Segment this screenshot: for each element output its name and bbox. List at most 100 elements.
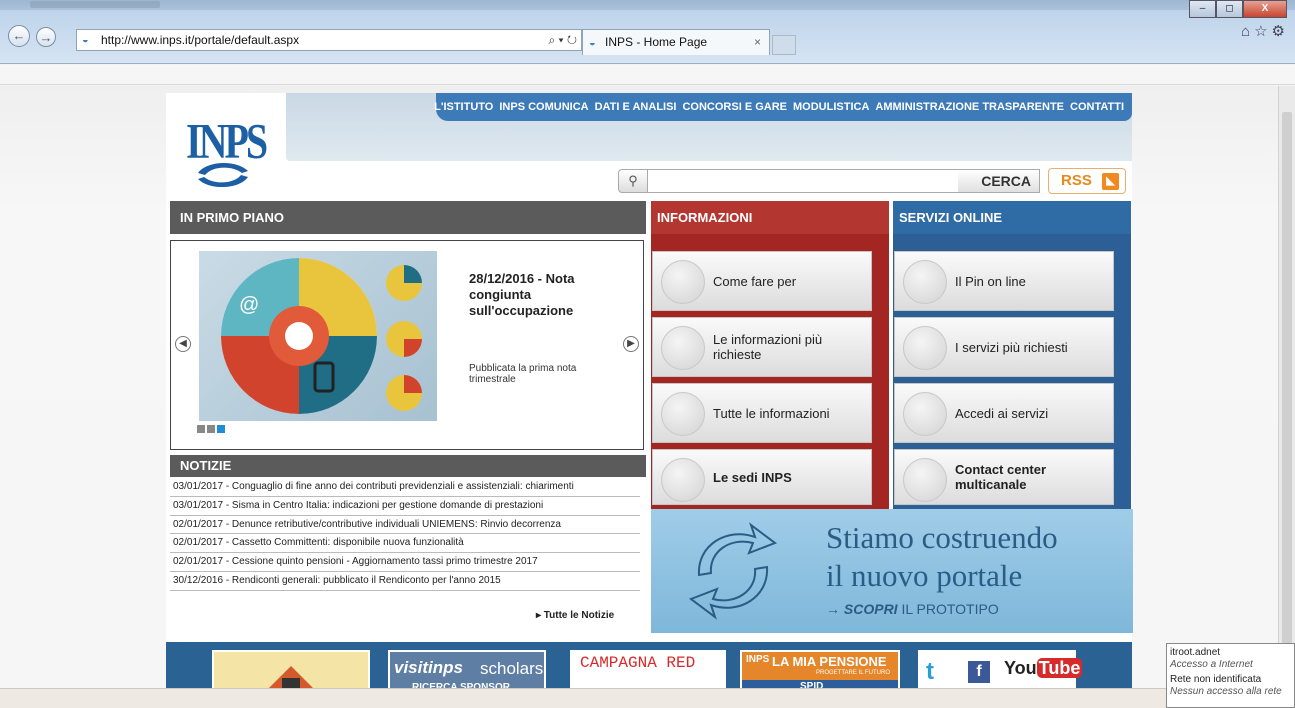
- news-item[interactable]: 02/01/2017 - Denunce retributive/contrib…: [170, 516, 640, 535]
- command-bar: [0, 65, 1295, 85]
- nav-istituto[interactable]: L'ISTITUTO: [434, 101, 493, 113]
- carousel-dots: [197, 425, 225, 433]
- nav-contatti[interactable]: CONTATTI: [1070, 101, 1124, 113]
- news-item[interactable]: 02/01/2017 - Cessione quinto pensioni - …: [170, 553, 640, 572]
- twitter-icon[interactable]: t: [926, 658, 956, 686]
- home-favorites-settings-icons[interactable]: ⌂☆⚙: [1241, 22, 1289, 40]
- tile-pin-online[interactable]: Il Pin on line: [894, 251, 1114, 311]
- news-list: 03/01/2017 - Conguaglio di fine anno dei…: [170, 478, 640, 591]
- nav-dati-analisi[interactable]: DATI E ANALISI: [595, 101, 677, 113]
- news-item[interactable]: 30/12/2016 - Rendiconti generali: pubbli…: [170, 572, 640, 591]
- banner-line1: Stiamo costruendo: [826, 520, 1058, 555]
- new-tab-button[interactable]: [772, 35, 796, 55]
- nav-modulistica[interactable]: MODULISTICA: [793, 101, 869, 113]
- scrollbar-thumb[interactable]: [1282, 112, 1292, 672]
- tile-circle-icon: [661, 458, 705, 502]
- news-item[interactable]: 03/01/2017 - Conguaglio di fine anno dei…: [170, 478, 640, 497]
- window-title-blur: [30, 1, 160, 8]
- banner-cta[interactable]: → SCOPRI IL PROTOTIPO: [826, 601, 999, 617]
- network-status-tooltip: itroot.adnet Accesso a Internet Rete non…: [1166, 643, 1295, 708]
- inps-logo-swirl-icon: [198, 162, 248, 188]
- nav-amministrazione-trasparente[interactable]: AMMINISTRAZIONE TRASPARENTE: [875, 101, 1064, 113]
- maximize-button[interactable]: ◻: [1216, 0, 1243, 18]
- network-name: itroot.adnet: [1170, 647, 1221, 658]
- tile-label: Contact center multicanale: [955, 462, 1047, 492]
- visitinps-scholars-banner[interactable]: visitinps scholars RICERCA SPONSOR: [388, 650, 546, 693]
- scholars-text: scholars: [480, 659, 544, 678]
- tile-informazioni-richieste[interactable]: Le informazioni più richieste: [652, 317, 872, 377]
- rss-label: RSS: [1061, 172, 1092, 189]
- vertical-scrollbar[interactable]: [1278, 86, 1295, 686]
- cta-bold: SCOPRI: [843, 601, 898, 617]
- tile-servizi-richiesti[interactable]: I servizi più richiesti: [894, 317, 1114, 377]
- campagna-red-banner[interactable]: CAMPAGNA RED: [570, 650, 726, 693]
- tile-label: Il Pin on line: [955, 273, 1026, 289]
- address-tools[interactable]: ⌕ ▾ ↻: [548, 30, 577, 50]
- tile-circle-icon: [903, 392, 947, 436]
- minimize-button[interactable]: –: [1189, 0, 1216, 18]
- close-button[interactable]: X: [1243, 0, 1287, 18]
- cta-arrow-icon: →: [826, 601, 840, 617]
- carousel-next-icon[interactable]: ▶: [623, 336, 639, 352]
- tile-label: Le sedi INPS: [713, 469, 792, 485]
- tile-circle-icon: [661, 326, 705, 370]
- slide-title[interactable]: 28/12/2016 - Nota congiunta sull'occupaz…: [469, 271, 609, 319]
- facebook-icon[interactable]: f: [968, 661, 990, 683]
- youtube-icon[interactable]: You Tube: [1004, 658, 1083, 679]
- rss-button[interactable]: RSS ◣: [1048, 168, 1126, 194]
- tile-circle-icon: [661, 392, 705, 436]
- all-news-link[interactable]: ▸ Tutte le Notizie: [536, 610, 614, 621]
- news-item[interactable]: 02/01/2017 - Cassetto Committenti: dispo…: [170, 534, 640, 554]
- forward-button[interactable]: →: [36, 27, 56, 47]
- top-navigation: L'ISTITUTO INPS COMUNICA DATI E ANALISI …: [434, 93, 1132, 121]
- tile-sedi-inps[interactable]: Le sedi INPS: [652, 449, 872, 505]
- tile-accedi-servizi[interactable]: Accedi ai servizi: [894, 383, 1114, 443]
- tab-inps-home[interactable]: ◒ INPS - Home Page ×: [582, 29, 770, 55]
- search-input[interactable]: [648, 169, 988, 193]
- refresh-arrows-icon: [688, 522, 778, 620]
- house-banner[interactable]: [212, 650, 370, 693]
- address-bar[interactable]: ◒ http://www.inps.it/portale/default.asp…: [76, 29, 582, 51]
- browser-navbar: ← → ◒ http://www.inps.it/portale/default…: [0, 10, 1295, 64]
- tile-come-fare-per[interactable]: Come fare per: [652, 251, 872, 311]
- tile-circle-icon: [903, 260, 947, 304]
- nav-concorsi-gare[interactable]: CONCORSI E GARE: [682, 101, 787, 113]
- tile-circle-icon: [903, 326, 947, 370]
- informazioni-heading: INFORMAZIONI: [651, 201, 889, 234]
- visitinps-text: visitinps: [394, 658, 463, 677]
- search-icon[interactable]: ⚲: [618, 169, 648, 193]
- status-bar: [0, 688, 1295, 708]
- house-icon: [266, 666, 316, 691]
- nav-inps-comunica[interactable]: INPS COMUNICA: [499, 101, 588, 113]
- network-access: Accesso a Internet: [1170, 659, 1253, 670]
- pensione-title: LA MIA PENSIONE: [772, 654, 887, 669]
- svg-text:@: @: [239, 294, 259, 316]
- tile-label: Accedi ai servizi: [955, 405, 1049, 421]
- youtube-tube: Tube: [1036, 658, 1083, 678]
- youtube-you: You: [1004, 658, 1037, 678]
- news-carousel[interactable]: ◀ @ 28/12/2016 - Nota congiunta sull'occ…: [170, 240, 644, 450]
- social-banner: t f You Tube: [918, 650, 1083, 693]
- carousel-dot[interactable]: [197, 425, 205, 433]
- inps-site: INPS L'ISTITUTO INPS COMUNICA DATI E ANA…: [166, 93, 1133, 693]
- slide-image[interactable]: @: [199, 251, 437, 421]
- network-no-access: Nessun accesso alla rete: [1170, 686, 1282, 697]
- tile-circle-icon: [903, 458, 947, 502]
- window-controls: – ◻ X: [1189, 0, 1287, 18]
- carousel-prev-icon[interactable]: ◀: [175, 336, 191, 352]
- cerca-button[interactable]: CERCA: [958, 169, 1040, 193]
- tile-label: Come fare per: [713, 273, 797, 289]
- tile-tutte-informazioni[interactable]: Tutte le informazioni: [652, 383, 872, 443]
- tile-contact-center[interactable]: Contact center multicanale: [894, 449, 1114, 505]
- tab-close-icon[interactable]: ×: [754, 30, 761, 54]
- ie-page-icon: ◒: [82, 34, 89, 46]
- carousel-dot-active[interactable]: [217, 425, 225, 433]
- news-item[interactable]: 03/01/2017 - Sisma in Centro Italia: ind…: [170, 497, 640, 516]
- occupazione-infographic-image: @: [221, 258, 422, 414]
- back-button[interactable]: ←: [8, 25, 30, 47]
- nuovo-portale-banner[interactable]: Stiamo costruendo il nuovo portale → SCO…: [651, 509, 1133, 633]
- la-mia-pensione-banner[interactable]: INPS LA MIA PENSIONE PROGETTARE IL FUTUR…: [740, 650, 900, 693]
- slide-subtitle: Pubblicata la prima nota trimestrale: [469, 363, 577, 385]
- carousel-dot[interactable]: [207, 425, 215, 433]
- search-bar: ⚲: [618, 169, 988, 193]
